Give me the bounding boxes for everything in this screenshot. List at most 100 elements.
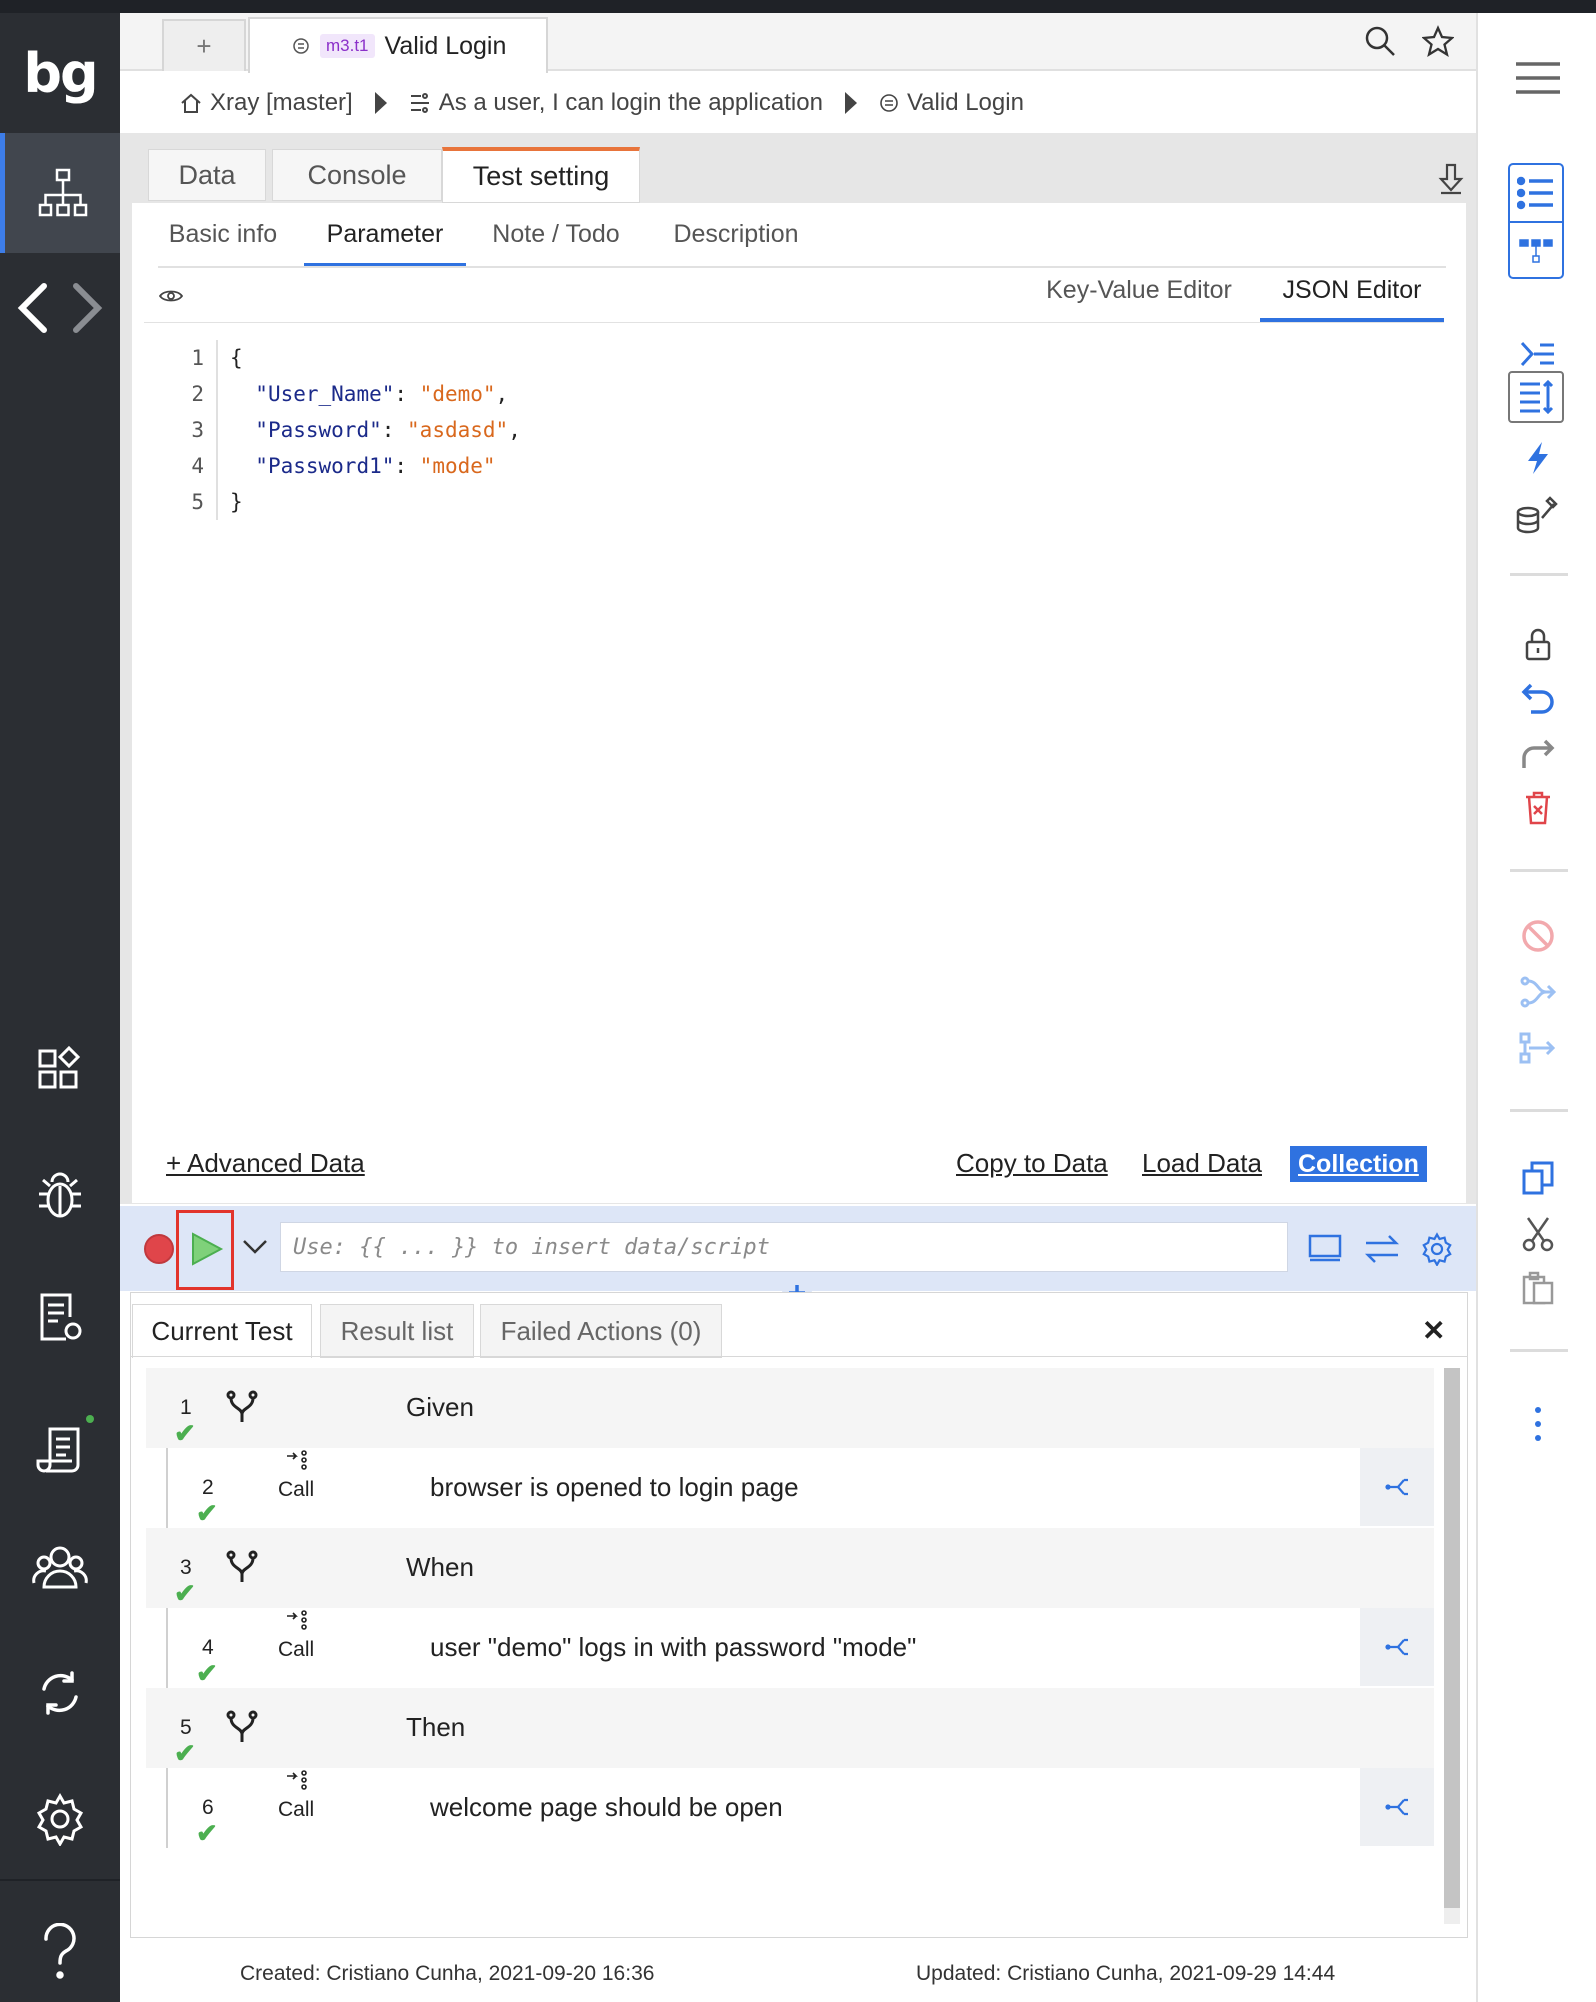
results-scrollbar-thumb[interactable] xyxy=(1444,1368,1460,1908)
breadcrumb-item-feature[interactable]: As a user, I can login the application xyxy=(409,89,823,117)
scroll-icon xyxy=(32,1421,88,1477)
paste-icon[interactable] xyxy=(1508,1263,1568,1313)
sidebar-item-project-tree[interactable] xyxy=(0,133,120,253)
sync-icon xyxy=(36,1669,84,1717)
redo-icon[interactable] xyxy=(1508,729,1568,779)
tab-current-test[interactable]: Current Test xyxy=(132,1304,312,1358)
tab-result-list[interactable]: Result list xyxy=(320,1304,474,1358)
document-tab-strip: + m3.t1 Valid Login xyxy=(120,13,1476,73)
script-input[interactable]: Use: {{ ... }} to insert data/script xyxy=(280,1222,1288,1272)
sidebar-item-settings[interactable] xyxy=(0,1769,120,1869)
search-icon[interactable] xyxy=(1364,25,1396,57)
breadcrumb-label: As a user, I can login the application xyxy=(438,89,823,116)
feature-icon xyxy=(409,92,431,114)
window-icon[interactable] xyxy=(1308,1234,1342,1262)
record-button[interactable] xyxy=(144,1234,174,1264)
step-row[interactable]: 2 ✔ Call browser is opened to login page xyxy=(166,1448,1434,1528)
step-row[interactable]: 6 ✔ Call welcome page should be open xyxy=(166,1768,1434,1848)
tab-test-setting[interactable]: Test setting xyxy=(442,147,640,203)
breadcrumb-separator-icon xyxy=(374,92,387,114)
menu-icon[interactable] xyxy=(1508,53,1568,103)
breadcrumb-item-project[interactable]: Xray [master] xyxy=(180,89,353,117)
results-tab-divider xyxy=(130,1356,1468,1357)
sidebar-item-scripts[interactable] xyxy=(0,1399,120,1499)
share-arrow-icon xyxy=(1384,1476,1410,1498)
sidebar-item-test-report[interactable] xyxy=(0,1267,120,1367)
cut-icon[interactable] xyxy=(1508,1209,1568,1259)
updated-info: Updated: Cristiano Cunha, 2021-09-29 14:… xyxy=(916,1962,1336,1985)
collection-button[interactable]: Collection xyxy=(1290,1146,1427,1182)
subtab-description[interactable]: Description xyxy=(656,220,816,266)
subtab-parameter[interactable]: Parameter xyxy=(304,220,466,266)
database-tools-icon[interactable] xyxy=(1508,489,1568,539)
breadcrumb-label: Valid Login xyxy=(906,89,1024,116)
call-flow-icon xyxy=(286,1770,310,1790)
step-number: 6 xyxy=(202,1796,214,1819)
breadcrumb-label: Xray [master] xyxy=(210,89,353,116)
left-sidebar: bg xyxy=(0,13,120,2002)
sidebar-item-team[interactable] xyxy=(0,1517,120,1617)
step-row[interactable]: 3 ✔ When xyxy=(146,1528,1434,1608)
subtab-note-todo[interactable]: Note / Todo xyxy=(478,220,634,266)
download-arrow-icon[interactable] xyxy=(1438,163,1464,195)
advanced-data-link[interactable]: + Advanced Data xyxy=(166,1148,365,1179)
app-logo[interactable]: bg xyxy=(0,13,120,133)
breadcrumb-separator-icon xyxy=(844,92,857,114)
step-keyword: When xyxy=(406,1552,474,1582)
sidebar-item-code[interactable] xyxy=(0,253,120,363)
settings-icon[interactable] xyxy=(1420,1232,1454,1266)
new-tab-button[interactable]: + xyxy=(162,19,246,71)
branch-icon xyxy=(226,1390,258,1424)
list-view-button[interactable] xyxy=(1508,163,1564,279)
swap-arrows-icon[interactable] xyxy=(1364,1234,1400,1264)
tab-data[interactable]: Data xyxy=(148,149,266,201)
copy-to-data-link[interactable]: Copy to Data xyxy=(956,1148,1108,1179)
test-case-icon xyxy=(292,37,310,55)
sidebar-item-sync[interactable] xyxy=(0,1643,120,1743)
code-brackets-icon xyxy=(14,280,106,336)
tab-console[interactable]: Console xyxy=(272,149,442,201)
step-row[interactable]: 1 ✔ Given xyxy=(146,1368,1434,1448)
eye-toggle-icon[interactable] xyxy=(158,284,184,308)
undo-icon[interactable] xyxy=(1508,673,1568,723)
check-icon: ✔ xyxy=(174,1418,196,1448)
step-keyword: Given xyxy=(406,1392,474,1422)
merge-arrow-icon[interactable] xyxy=(1508,967,1568,1017)
step-row[interactable]: 5 ✔ Then xyxy=(146,1688,1434,1768)
tab-failed-actions[interactable]: Failed Actions (0) xyxy=(480,1304,722,1358)
step-call-label: Call xyxy=(278,1478,315,1501)
gear-icon xyxy=(33,1792,87,1846)
step-action-button[interactable] xyxy=(1360,1608,1434,1686)
toolbar-divider xyxy=(1510,1349,1568,1352)
step-action-button[interactable] xyxy=(1360,1768,1434,1846)
home-icon xyxy=(180,92,202,114)
trash-icon[interactable] xyxy=(1508,783,1568,833)
code-line: 4 "Password1": "mode" xyxy=(160,448,496,484)
tab-key-value-editor[interactable]: Key-Value Editor xyxy=(1036,276,1242,322)
close-icon[interactable]: ✕ xyxy=(1422,1314,1445,1347)
wrap-text-button[interactable] xyxy=(1508,371,1564,423)
step-into-icon[interactable] xyxy=(1508,1023,1568,1073)
play-icon[interactable] xyxy=(190,1231,224,1267)
step-action-button[interactable] xyxy=(1360,1448,1434,1526)
disable-icon[interactable] xyxy=(1508,911,1568,961)
chevron-down-icon[interactable] xyxy=(242,1238,268,1256)
more-vertical-icon[interactable] xyxy=(1508,1399,1568,1449)
test-case-icon xyxy=(879,93,899,113)
subtab-basic-info[interactable]: Basic info xyxy=(158,220,288,266)
breadcrumb-item-test[interactable]: Valid Login xyxy=(879,89,1024,117)
step-row[interactable]: 4 ✔ Call user "demo" logs in with passwo… xyxy=(166,1608,1434,1688)
copy-icon[interactable] xyxy=(1508,1153,1568,1203)
sidebar-item-bugs[interactable] xyxy=(0,1145,120,1245)
load-data-link[interactable]: Load Data xyxy=(1142,1148,1262,1179)
lightning-icon[interactable] xyxy=(1508,433,1568,483)
doc-tab-valid-login[interactable]: m3.t1 Valid Login xyxy=(248,17,548,73)
tab-json-editor[interactable]: JSON Editor xyxy=(1260,276,1444,322)
sidebar-item-components[interactable] xyxy=(0,1019,120,1119)
right-toolbar xyxy=(1476,13,1596,2002)
breadcrumb: Xray [master] As a user, I can login the… xyxy=(120,73,1476,133)
sidebar-item-help[interactable] xyxy=(0,1903,120,2002)
json-editor[interactable]: 1{ 2 "User_Name": "demo", 3 "Password": … xyxy=(160,340,1360,540)
lock-icon[interactable] xyxy=(1508,619,1568,669)
star-icon[interactable] xyxy=(1422,25,1454,57)
